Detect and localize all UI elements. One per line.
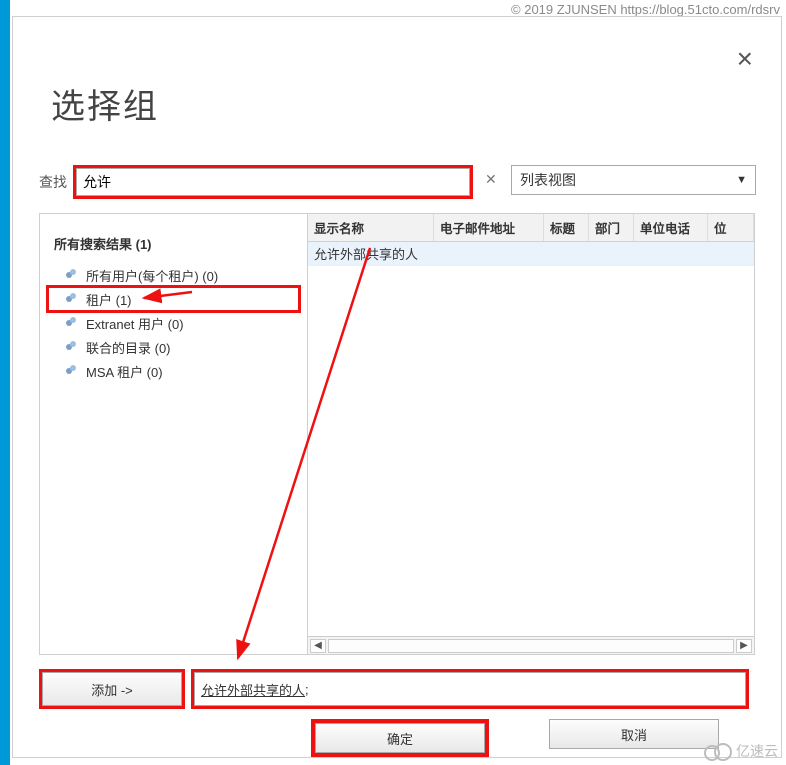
tree-item-label: 租户 (1) bbox=[86, 290, 132, 309]
close-icon[interactable]: × bbox=[737, 45, 753, 73]
scroll-right-icon[interactable]: ▶ bbox=[736, 639, 752, 653]
tree-item-label: Extranet 用户 (0) bbox=[86, 314, 184, 333]
search-results-tree: 所有搜索结果 (1) 所有用户(每个租户) (0) 租户 (1) Extrane… bbox=[40, 214, 308, 654]
tree-item[interactable]: MSA 租户 (0) bbox=[48, 359, 299, 383]
group-icon bbox=[64, 267, 80, 283]
watermark-br-text: 亿速云 bbox=[736, 741, 778, 761]
column-header[interactable]: 单位电话 bbox=[634, 214, 708, 241]
horizontal-scrollbar[interactable]: ◀ ▶ bbox=[308, 636, 754, 654]
scroll-track[interactable] bbox=[328, 639, 734, 653]
results-table: 显示名称 电子邮件地址 标题 部门 单位电话 位 允许外部共享的人 ◀ ▶ bbox=[308, 214, 754, 654]
tree-title: 所有搜索结果 (1) bbox=[54, 234, 299, 253]
clear-icon[interactable]: ✕ bbox=[485, 171, 497, 188]
view-select[interactable]: 列表视图 ▼ bbox=[511, 165, 756, 195]
tree-item-label: MSA 租户 (0) bbox=[86, 362, 163, 381]
watermark-bottom-right: 亿速云 bbox=[704, 741, 778, 761]
column-header[interactable]: 显示名称 bbox=[308, 214, 434, 241]
tree-item[interactable]: 所有用户(每个租户) (0) bbox=[48, 263, 299, 287]
add-button[interactable]: 添加 -> bbox=[42, 672, 182, 706]
scroll-left-icon[interactable]: ◀ bbox=[310, 639, 326, 653]
group-icon bbox=[64, 315, 80, 331]
cloud-icon bbox=[704, 743, 732, 759]
tree-item[interactable]: Extranet 用户 (0) bbox=[48, 311, 299, 335]
dialog-title: 选择组 bbox=[51, 79, 159, 128]
ok-button-highlight: 确定 bbox=[311, 719, 489, 757]
content-panel: 所有搜索结果 (1) 所有用户(每个租户) (0) 租户 (1) Extrane… bbox=[39, 213, 755, 655]
add-button-highlight: 添加 -> bbox=[39, 669, 185, 709]
column-header[interactable]: 电子邮件地址 bbox=[434, 214, 544, 241]
column-header[interactable]: 部门 bbox=[589, 214, 634, 241]
selected-group-item: 允许外部共享的人 bbox=[201, 680, 305, 699]
column-header[interactable]: 位 bbox=[708, 214, 754, 241]
cell-display-name: 允许外部共享的人 bbox=[308, 244, 434, 263]
cancel-button[interactable]: 取消 bbox=[549, 719, 719, 749]
search-highlight bbox=[73, 165, 473, 199]
table-header: 显示名称 电子邮件地址 标题 部门 单位电话 位 bbox=[308, 214, 754, 242]
view-select-value: 列表视图 bbox=[520, 170, 576, 190]
added-box-highlight: 允许外部共享的人; bbox=[191, 669, 749, 709]
selected-groups-field[interactable]: 允许外部共享的人; bbox=[194, 672, 746, 706]
search-label: 查找 bbox=[39, 172, 67, 192]
table-row[interactable]: 允许外部共享的人 bbox=[308, 242, 754, 266]
ok-button[interactable]: 确定 bbox=[315, 723, 485, 753]
tree-item[interactable]: 联合的目录 (0) bbox=[48, 335, 299, 359]
chevron-down-icon: ▼ bbox=[736, 174, 747, 186]
left-brand-stripe bbox=[0, 0, 10, 765]
group-icon bbox=[64, 363, 80, 379]
search-input[interactable] bbox=[76, 168, 470, 196]
dialog-footer: 确定 取消 bbox=[311, 719, 719, 757]
select-group-dialog: × 选择组 查找 ✕ 列表视图 ▼ 所有搜索结果 (1) 所有用户(每个租户) … bbox=[12, 16, 782, 758]
group-icon bbox=[64, 291, 80, 307]
table-body: 允许外部共享的人 bbox=[308, 242, 754, 636]
tree-item-label: 所有用户(每个租户) (0) bbox=[86, 266, 218, 285]
search-row: 查找 ✕ bbox=[39, 165, 473, 199]
group-icon bbox=[64, 339, 80, 355]
column-header[interactable]: 标题 bbox=[544, 214, 589, 241]
add-row: 添加 -> 允许外部共享的人; bbox=[39, 669, 749, 709]
tree-item-tenant[interactable]: 租户 (1) bbox=[48, 287, 299, 311]
selected-group-sep: ; bbox=[305, 682, 309, 697]
watermark-top: © 2019 ZJUNSEN https://blog.51cto.com/rd… bbox=[511, 2, 780, 17]
tree-item-label: 联合的目录 (0) bbox=[86, 338, 171, 357]
